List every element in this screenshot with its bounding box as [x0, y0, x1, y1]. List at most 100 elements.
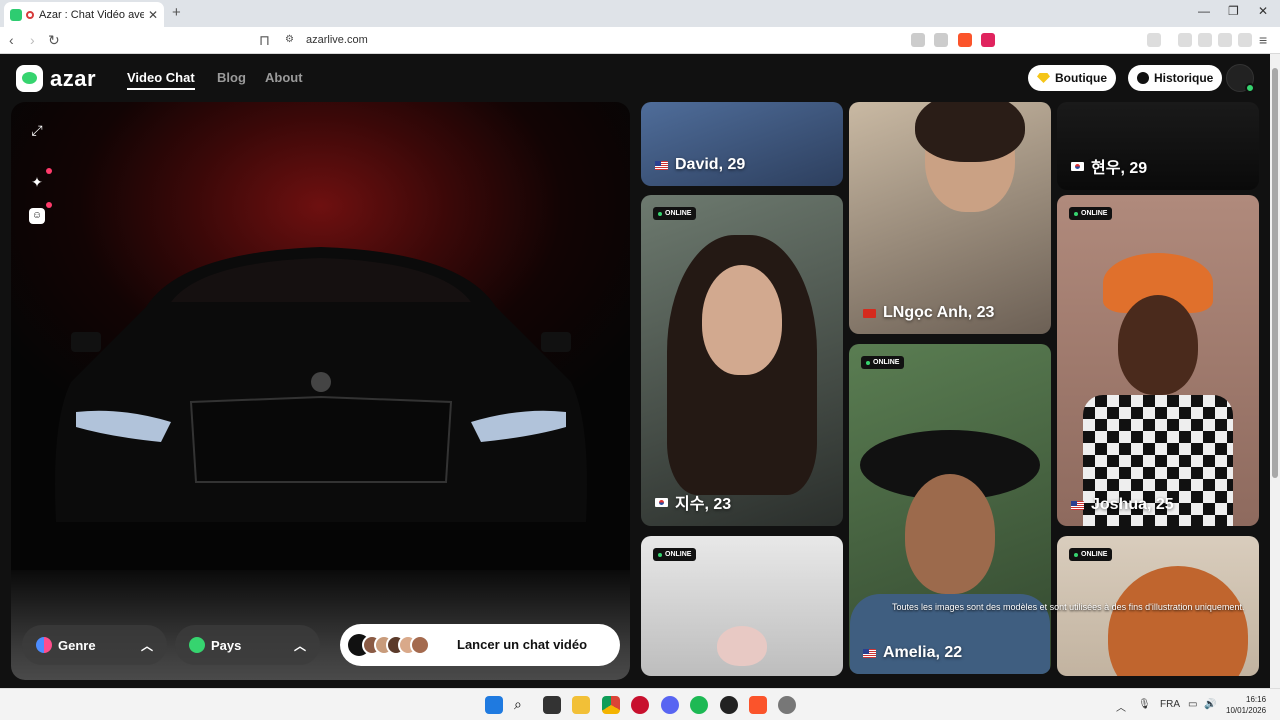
pays-label: Pays	[211, 637, 242, 653]
profile-card-jisu[interactable]: ONLINE 지수, 23	[641, 195, 843, 526]
recording-icon	[26, 10, 34, 19]
effects-icon[interactable]: ✦	[29, 168, 52, 190]
profile-card-ngoc-anh[interactable]: LNgọc Anh, 23	[849, 102, 1051, 334]
back-icon[interactable]: ‹	[9, 32, 14, 48]
profile-name: Amelia, 22	[863, 644, 962, 662]
nav-blog[interactable]: Blog	[217, 70, 246, 85]
sidebar-icon[interactable]	[1178, 33, 1192, 47]
minimize-icon[interactable]: —	[1198, 4, 1210, 18]
logo-text: azar	[50, 65, 97, 91]
profile-name: 현우, 29	[1071, 154, 1147, 178]
microphone-icon[interactable]: 🎙	[1138, 699, 1151, 710]
profile-card-amelia[interactable]: ONLINE Amelia, 22	[849, 344, 1051, 674]
profile-card-david[interactable]: David, 29	[641, 102, 843, 186]
taskbar-clock[interactable]: 16:16 10/01/2026	[1226, 694, 1266, 716]
cast-icon[interactable]	[911, 33, 925, 47]
launch-label: Lancer un chat vidéo	[457, 637, 588, 652]
nav-about[interactable]: About	[265, 70, 303, 85]
address-bar: ‹ › ↻ ⊓ ⚙ azarlive.com ≡	[0, 27, 1280, 54]
settings-icon[interactable]	[778, 696, 796, 714]
knit-hat	[717, 626, 767, 666]
brave-rewards-icon[interactable]	[981, 33, 995, 47]
kr-flag-icon	[655, 497, 668, 507]
portrait	[702, 265, 782, 375]
site-info-icon[interactable]: ⚙	[285, 34, 294, 45]
historique-button[interactable]: Historique	[1128, 65, 1223, 91]
azar-logo[interactable]: azar	[16, 65, 96, 92]
app-icon[interactable]	[631, 696, 649, 714]
wallet-icon[interactable]	[1198, 33, 1212, 47]
user-avatar[interactable]	[1226, 64, 1255, 93]
menu-icon[interactable]: ≡	[1259, 32, 1267, 48]
launch-chat-button[interactable]: Lancer un chat vidéo	[340, 624, 620, 666]
status-dot	[1245, 83, 1255, 93]
online-dot	[1074, 552, 1078, 557]
tab-title: Azar : Chat Vidéo avec de no	[39, 8, 144, 21]
pays-selector[interactable]: Pays ︿	[175, 625, 320, 665]
chevron-up-icon: ︿	[140, 639, 153, 653]
us-flag-icon	[863, 648, 876, 658]
task-view-icon[interactable]	[543, 696, 561, 714]
volume-icon[interactable]: 🔊	[1204, 699, 1216, 710]
browser-tab[interactable]: Azar : Chat Vidéo avec de no ✕	[4, 2, 164, 27]
azar-favicon-icon	[10, 8, 22, 21]
discord-icon[interactable]	[661, 696, 679, 714]
gem-icon	[1037, 73, 1050, 83]
brave-icon[interactable]	[749, 696, 767, 714]
genre-selector[interactable]: Genre ︿	[22, 625, 167, 665]
bookmark-icon[interactable]: ⊓	[259, 32, 270, 49]
tray-overflow-icon[interactable]: ︿	[1116, 699, 1126, 714]
mask-icon[interactable]: ☺	[29, 202, 52, 224]
page-scrollbar[interactable]	[1270, 54, 1280, 688]
reader-icon[interactable]	[1147, 33, 1161, 47]
start-icon[interactable]	[485, 696, 503, 714]
url-field[interactable]: azarlive.com	[306, 34, 368, 46]
us-flag-icon	[1071, 500, 1084, 510]
boutique-button[interactable]: Boutique	[1028, 65, 1116, 91]
vpn-icon[interactable]	[1238, 33, 1252, 47]
disclaimer-text: Toutes les images sont des modèles et so…	[892, 602, 1245, 612]
restore-icon[interactable]: ❐	[1228, 4, 1239, 18]
clock-icon	[1137, 72, 1149, 84]
gender-icon	[36, 637, 52, 653]
file-explorer-icon[interactable]	[572, 696, 590, 714]
azar-site: azar Video Chat Blog About Boutique Hist…	[0, 54, 1270, 688]
boutique-label: Boutique	[1055, 71, 1107, 85]
new-tab-button[interactable]: +	[172, 4, 181, 21]
profile-name: David, 29	[655, 156, 745, 174]
clock-date: 10/01/2026	[1226, 706, 1267, 715]
forward-icon[interactable]: ›	[30, 32, 35, 48]
close-window-icon[interactable]: ✕	[1258, 4, 1268, 18]
share-icon[interactable]	[934, 33, 948, 47]
profile-name: Joshua, 25	[1071, 496, 1174, 514]
profile-card-hyunwoo[interactable]: 현우, 29	[1057, 102, 1259, 190]
profile-card-joshua[interactable]: ONLINE Joshua, 25	[1057, 195, 1259, 526]
brave-shield-icon[interactable]	[958, 33, 972, 47]
notification-dot	[46, 168, 52, 174]
azar-logo-icon	[16, 65, 43, 92]
chrome-icon[interactable]	[602, 696, 620, 714]
kr-flag-icon	[1071, 161, 1084, 171]
app-icon[interactable]	[720, 696, 738, 714]
chevron-up-icon: ︿	[293, 639, 306, 653]
close-tab-icon[interactable]: ✕	[148, 8, 158, 22]
spotify-icon[interactable]	[690, 696, 708, 714]
network-icon[interactable]: ▭	[1188, 699, 1197, 710]
fullscreen-icon[interactable]: ⤢	[29, 122, 45, 138]
search-icon[interactable]: ⌕	[514, 696, 532, 714]
profile-name: LNgọc Anh, 23	[863, 304, 994, 322]
leo-icon[interactable]	[1218, 33, 1232, 47]
hair	[915, 102, 1026, 162]
vn-flag-icon	[863, 308, 876, 318]
online-dot	[658, 211, 662, 216]
reload-icon[interactable]: ↻	[48, 32, 60, 49]
scrollbar-thumb[interactable]	[1272, 68, 1278, 478]
online-badge: ONLINE	[1069, 207, 1113, 220]
video-preview: ⤢ ✦ ☺	[11, 102, 630, 680]
profile-name: 지수, 23	[655, 490, 731, 514]
nav-video-chat[interactable]: Video Chat	[127, 70, 195, 90]
language-indicator[interactable]: FRA	[1160, 699, 1180, 710]
notification-dot	[46, 202, 52, 208]
car-image	[55, 247, 587, 522]
profile-card-snow[interactable]: ONLINE	[641, 536, 843, 676]
